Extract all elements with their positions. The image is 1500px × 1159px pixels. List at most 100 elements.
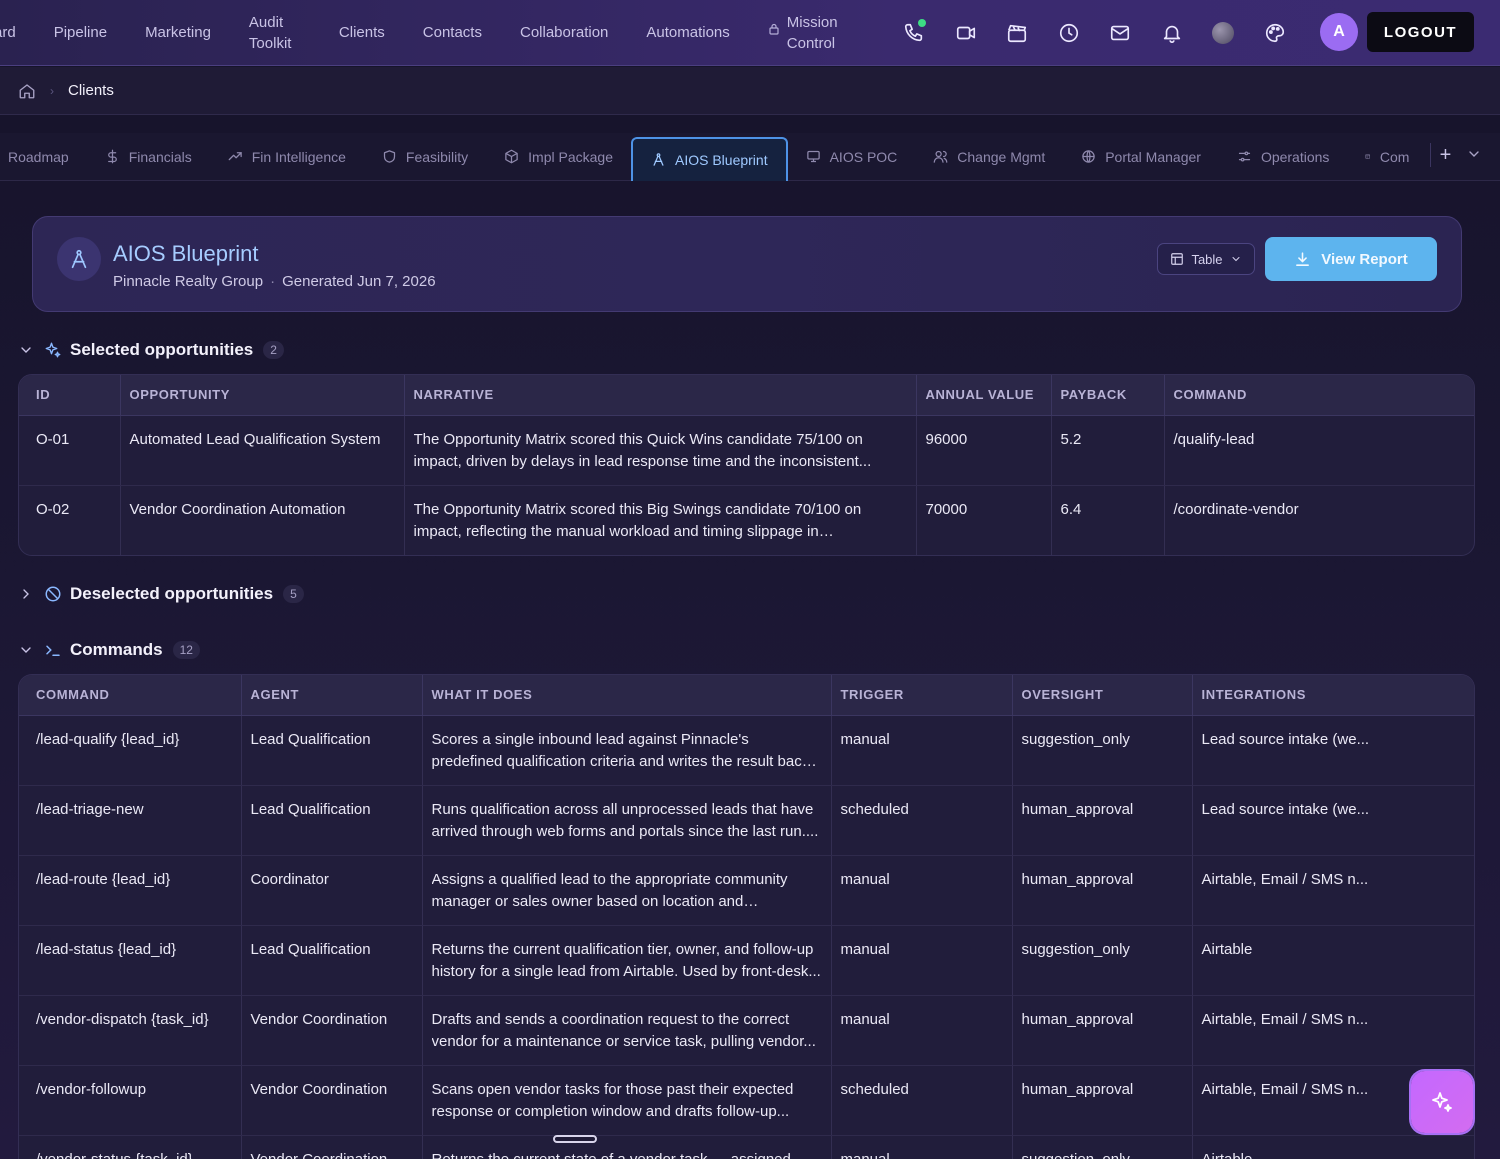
column-header[interactable]: COMMAND bbox=[19, 675, 242, 716]
tab-operations[interactable]: Operations bbox=[1219, 135, 1347, 179]
cell-description: Scores a single inbound lead against Pin… bbox=[422, 715, 832, 786]
count-badge: 12 bbox=[172, 641, 200, 659]
cell-narrative: The Opportunity Matrix scored this Big S… bbox=[404, 485, 917, 555]
plus-icon[interactable]: + bbox=[1430, 143, 1454, 167]
palette-icon[interactable] bbox=[1253, 11, 1297, 55]
client-name: Pinnacle Realty Group bbox=[113, 273, 264, 290]
section-deselected-header[interactable]: Deselected opportunities 5 bbox=[18, 584, 304, 604]
section-selected-header[interactable]: Selected opportunities 2 bbox=[18, 340, 284, 360]
cell-id: O-02 bbox=[19, 485, 121, 555]
blueprint-header-card: AIOS Blueprint Pinnacle Realty Group · Gen… bbox=[32, 216, 1462, 312]
tab-com[interactable]: Com bbox=[1347, 135, 1409, 179]
nav-link-automations[interactable]: Automations bbox=[627, 22, 748, 43]
cell-agent: Vendor Coordination bbox=[241, 995, 423, 1066]
table-row[interactable]: /vendor-status {task_id} Vendor Coordinat… bbox=[19, 1135, 1474, 1159]
ai-assistant-button[interactable] bbox=[1411, 1071, 1473, 1133]
chevron-down-icon[interactable] bbox=[1466, 146, 1484, 164]
tab-fin-intelligence[interactable]: Fin Intelligence bbox=[210, 135, 364, 179]
table-row[interactable]: O-01 Automated Lead Qualification System… bbox=[19, 415, 1474, 486]
table-row[interactable]: O-02 Vendor Coordination Automation The … bbox=[19, 485, 1474, 555]
section-title: Commands bbox=[70, 640, 163, 659]
description-text: Runs qualification across all unprocesse… bbox=[431, 800, 819, 840]
tab-roadmap[interactable]: Roadmap bbox=[0, 135, 87, 179]
table-row[interactable]: /lead-route {lead_id} Coordinator Assigns … bbox=[19, 855, 1474, 926]
presence-avatar-icon[interactable] bbox=[1201, 11, 1245, 55]
cell-agent: Lead Qualification bbox=[241, 925, 423, 996]
table-row[interactable]: /lead-qualify {lead_id} Lead Qualificatio… bbox=[19, 715, 1474, 786]
tab-aios-poc[interactable]: AIOS POC bbox=[788, 135, 916, 179]
section-commands-header[interactable]: Commands 12 bbox=[18, 640, 200, 660]
tab-aios-blueprint[interactable]: AIOS Blueprint bbox=[630, 136, 788, 181]
nav-link-clients[interactable]: Clients bbox=[320, 22, 404, 43]
cell-oversight: human_approval bbox=[1012, 855, 1193, 926]
nav-link-contacts[interactable]: Contacts bbox=[404, 22, 501, 43]
video-icon[interactable] bbox=[944, 11, 988, 55]
table-row[interactable]: /vendor-followup Vendor Coordination Scans… bbox=[19, 1065, 1474, 1136]
terminal-icon bbox=[46, 645, 60, 656]
user-avatar[interactable]: A bbox=[1320, 13, 1358, 51]
cell-agent: Vendor Coordination bbox=[241, 1065, 423, 1136]
tab-portal-manager[interactable]: Portal Manager bbox=[1063, 135, 1219, 179]
nav-link-dashboard[interactable]: ard bbox=[0, 22, 35, 43]
column-header[interactable]: OVERSIGHT bbox=[1012, 675, 1193, 716]
tab-change-mgmt[interactable]: Change Mgmt bbox=[915, 135, 1063, 179]
cell-command: /lead-route {lead_id} bbox=[19, 855, 242, 926]
generated-date: Generated Jun 7, 2026 bbox=[282, 273, 436, 290]
tab-financials[interactable]: Financials bbox=[87, 135, 210, 179]
table-row[interactable]: /vendor-dispatch {task_id} Vendor Coordin… bbox=[19, 995, 1474, 1066]
column-header[interactable]: NARRATIVE bbox=[404, 375, 917, 416]
column-header[interactable]: ID bbox=[19, 375, 121, 416]
tab-label: Fin Intelligence bbox=[251, 148, 346, 165]
column-header[interactable]: PAYBACK bbox=[1051, 375, 1165, 416]
cell-description: Scans open vendor tasks for those past t… bbox=[422, 1065, 832, 1136]
bell-icon[interactable] bbox=[1150, 11, 1194, 55]
phone-icon[interactable] bbox=[892, 11, 936, 55]
column-header[interactable]: ANNUAL VALUE bbox=[916, 375, 1052, 416]
page-subtitle: Pinnacle Realty Group · Generated Jun 7, 2… bbox=[113, 273, 436, 290]
column-header[interactable]: COMMAND bbox=[1164, 375, 1474, 416]
cell-integrations: Lead source intake (we... bbox=[1192, 715, 1474, 786]
nav-link-audit-toolkit[interactable]: Audit Toolkit bbox=[230, 12, 320, 54]
tab-feasibility[interactable]: Feasibility bbox=[364, 135, 486, 179]
view-toggle-dropdown[interactable]: Table bbox=[1157, 243, 1255, 275]
chevron-down-icon bbox=[21, 347, 31, 353]
description-text: Returns the current qualification tier, … bbox=[431, 940, 821, 980]
chevron-right-icon bbox=[23, 589, 29, 599]
chevron-down-icon bbox=[1232, 257, 1240, 262]
nav-link-pipeline[interactable]: Pipeline bbox=[35, 22, 126, 43]
nav-link-collaboration[interactable]: Collaboration bbox=[501, 22, 627, 43]
cell-oversight: suggestion_only bbox=[1012, 1135, 1193, 1159]
table-row[interactable]: /lead-status {lead_id} Lead Qualification… bbox=[19, 925, 1474, 996]
resize-handle[interactable] bbox=[553, 1135, 597, 1143]
clock-icon[interactable] bbox=[1047, 11, 1091, 55]
cell-description: Returns the current qualification tier, … bbox=[422, 925, 832, 996]
column-header[interactable]: OPPORTUNITY bbox=[120, 375, 405, 416]
home-icon[interactable] bbox=[18, 82, 36, 100]
cell-integrations: Lead source intake (we... bbox=[1192, 785, 1474, 856]
mail-icon[interactable] bbox=[1098, 11, 1142, 55]
column-header[interactable]: TRIGGER bbox=[831, 675, 1013, 716]
cell-integrations: Airtable bbox=[1192, 925, 1474, 996]
selected-opportunities-table: ID OPPORTUNITY NARRATIVE ANNUAL VALUE PA… bbox=[18, 374, 1475, 556]
description-text: Scans open vendor tasks for those past t… bbox=[431, 1080, 794, 1120]
table-row[interactable]: /lead-triage-new Lead Qualification Runs q… bbox=[19, 785, 1474, 856]
column-header[interactable]: WHAT IT DOES bbox=[422, 675, 832, 716]
monitor-icon bbox=[806, 150, 820, 163]
dollar-icon bbox=[107, 149, 117, 164]
column-header[interactable]: AGENT bbox=[241, 675, 423, 716]
breadcrumb: › Clients bbox=[0, 67, 1500, 115]
sliders-icon bbox=[1238, 151, 1251, 162]
column-header[interactable]: INTEGRATIONS bbox=[1192, 675, 1474, 716]
grey-avatar bbox=[1212, 22, 1234, 44]
cell-payback: 6.4 bbox=[1051, 485, 1165, 555]
cell-integrations: Airtable, Email / SMS n... bbox=[1192, 995, 1474, 1066]
section-title: Selected opportunities bbox=[70, 340, 254, 359]
nav-link-mission-control[interactable]: Mission Control bbox=[749, 12, 878, 54]
view-report-button[interactable]: View Report bbox=[1265, 237, 1437, 281]
cell-agent: Lead Qualification bbox=[241, 715, 423, 786]
cell-description: Drafts and sends a coordination request … bbox=[422, 995, 832, 1066]
tab-impl-package[interactable]: Impl Package bbox=[486, 135, 631, 179]
nav-link-marketing[interactable]: Marketing bbox=[126, 22, 230, 43]
logout-button[interactable]: LOGOUT bbox=[1367, 12, 1474, 52]
clapperboard-icon[interactable] bbox=[995, 11, 1039, 55]
